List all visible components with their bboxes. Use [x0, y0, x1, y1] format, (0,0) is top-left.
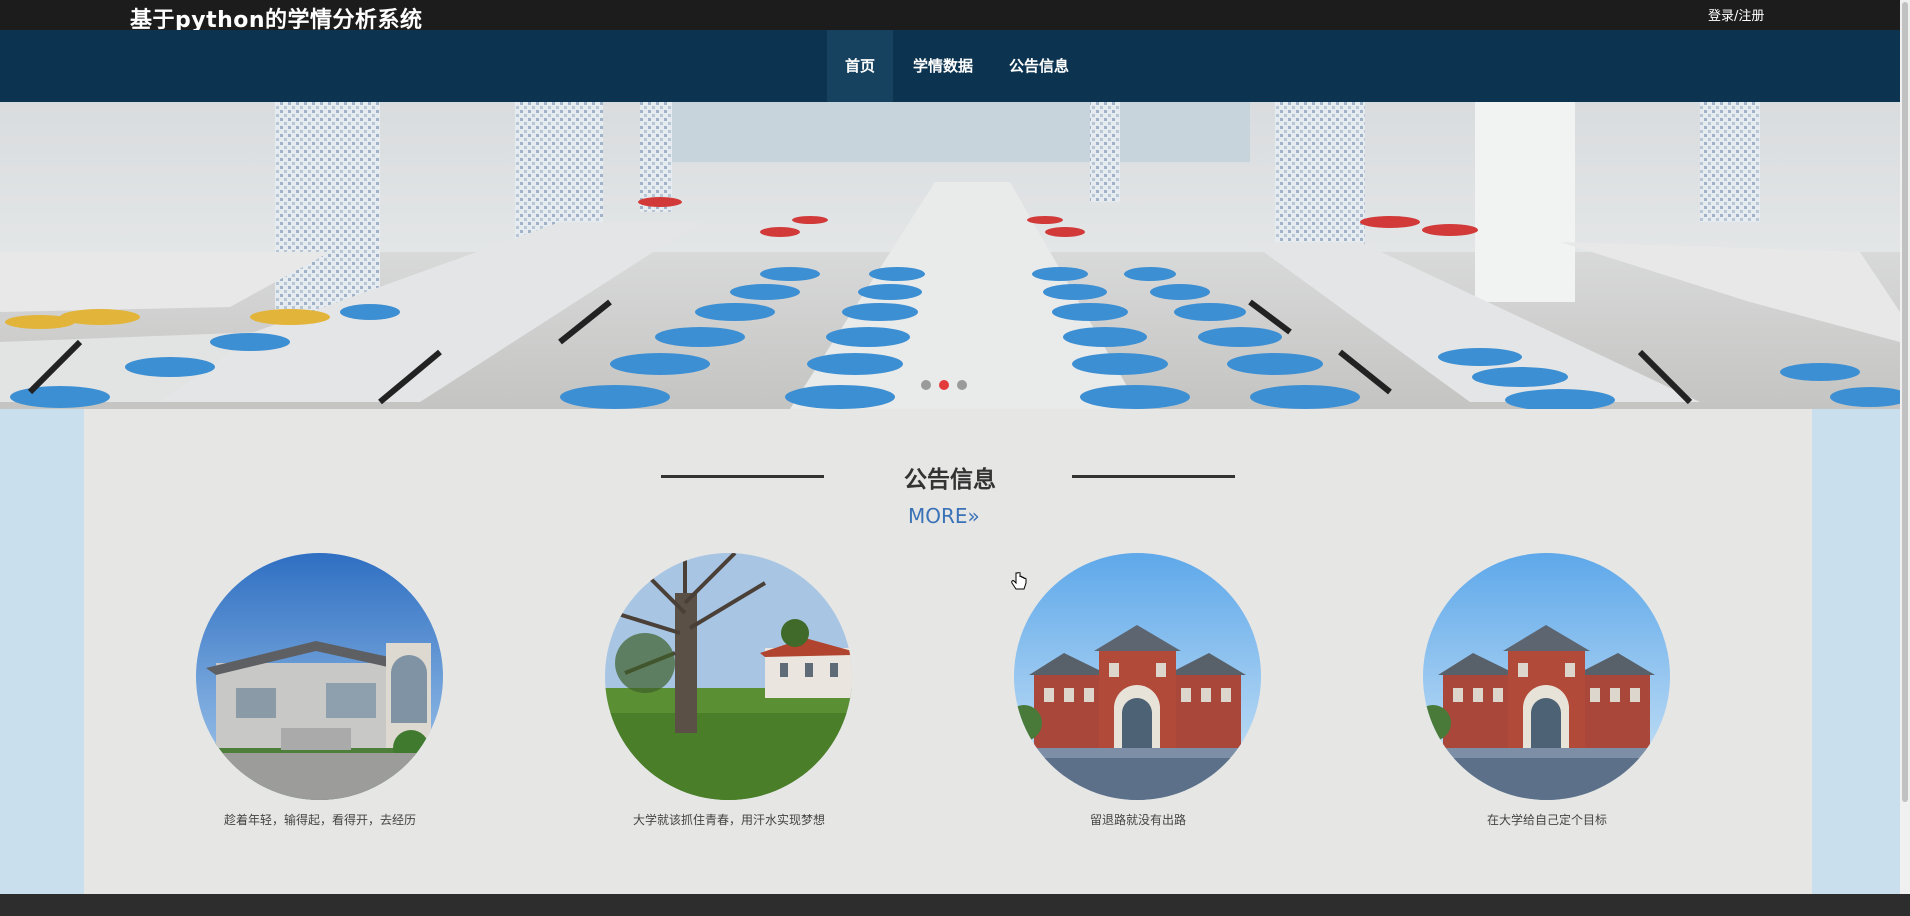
carousel-dot-3[interactable] — [957, 380, 967, 390]
announcement-image — [1423, 553, 1670, 800]
title-divider-left — [661, 475, 824, 478]
announcement-caption: 留退路就没有出路 — [1089, 813, 1186, 827]
page: 基于python的学情分析系统 登录/注册 首页 学情数据 公告信息 公告信息 … — [0, 0, 1910, 916]
announcement-card[interactable]: 趁着年轻，输得起，看得开，去经历 — [195, 553, 445, 827]
more-link[interactable]: MORE» — [908, 504, 980, 528]
announcement-card[interactable]: 在大学给自己定个目标 — [1422, 553, 1672, 827]
login-register-link[interactable]: 登录/注册 — [1708, 5, 1764, 24]
footer-bar — [0, 894, 1910, 916]
announcement-caption: 在大学给自己定个目标 — [1486, 813, 1607, 827]
announcement-image — [1014, 553, 1261, 800]
carousel-dot-2[interactable] — [939, 380, 949, 390]
banner-image — [0, 102, 1900, 409]
carousel-dot-1[interactable] — [921, 380, 931, 390]
top-bar: 基于python的学情分析系统 登录/注册 — [0, 0, 1900, 33]
announcement-caption: 大学就该抓住青春，用汗水实现梦想 — [632, 813, 825, 827]
nav-item-announcements[interactable]: 公告信息 — [994, 30, 1084, 102]
banner-carousel[interactable] — [0, 102, 1900, 409]
scrollbar-thumb[interactable] — [1902, 2, 1908, 802]
section-title: 公告信息 — [904, 467, 996, 493]
announcement-caption: 趁着年轻，输得起，看得开，去经历 — [223, 813, 416, 827]
announcement-card[interactable]: 大学就该抓住青春，用汗水实现梦想 — [604, 553, 854, 827]
vertical-scrollbar[interactable] — [1900, 0, 1910, 894]
main-nav: 首页 学情数据 公告信息 — [0, 30, 1900, 102]
title-divider-right — [1072, 475, 1235, 478]
announcement-image — [605, 553, 852, 800]
nav-item-home[interactable]: 首页 — [827, 30, 893, 102]
hand-cursor-icon — [1011, 571, 1027, 596]
announcement-card[interactable]: 留退路就没有出路 — [1013, 553, 1263, 827]
nav-item-learning-data[interactable]: 学情数据 — [901, 30, 985, 102]
announcement-image — [196, 553, 443, 800]
